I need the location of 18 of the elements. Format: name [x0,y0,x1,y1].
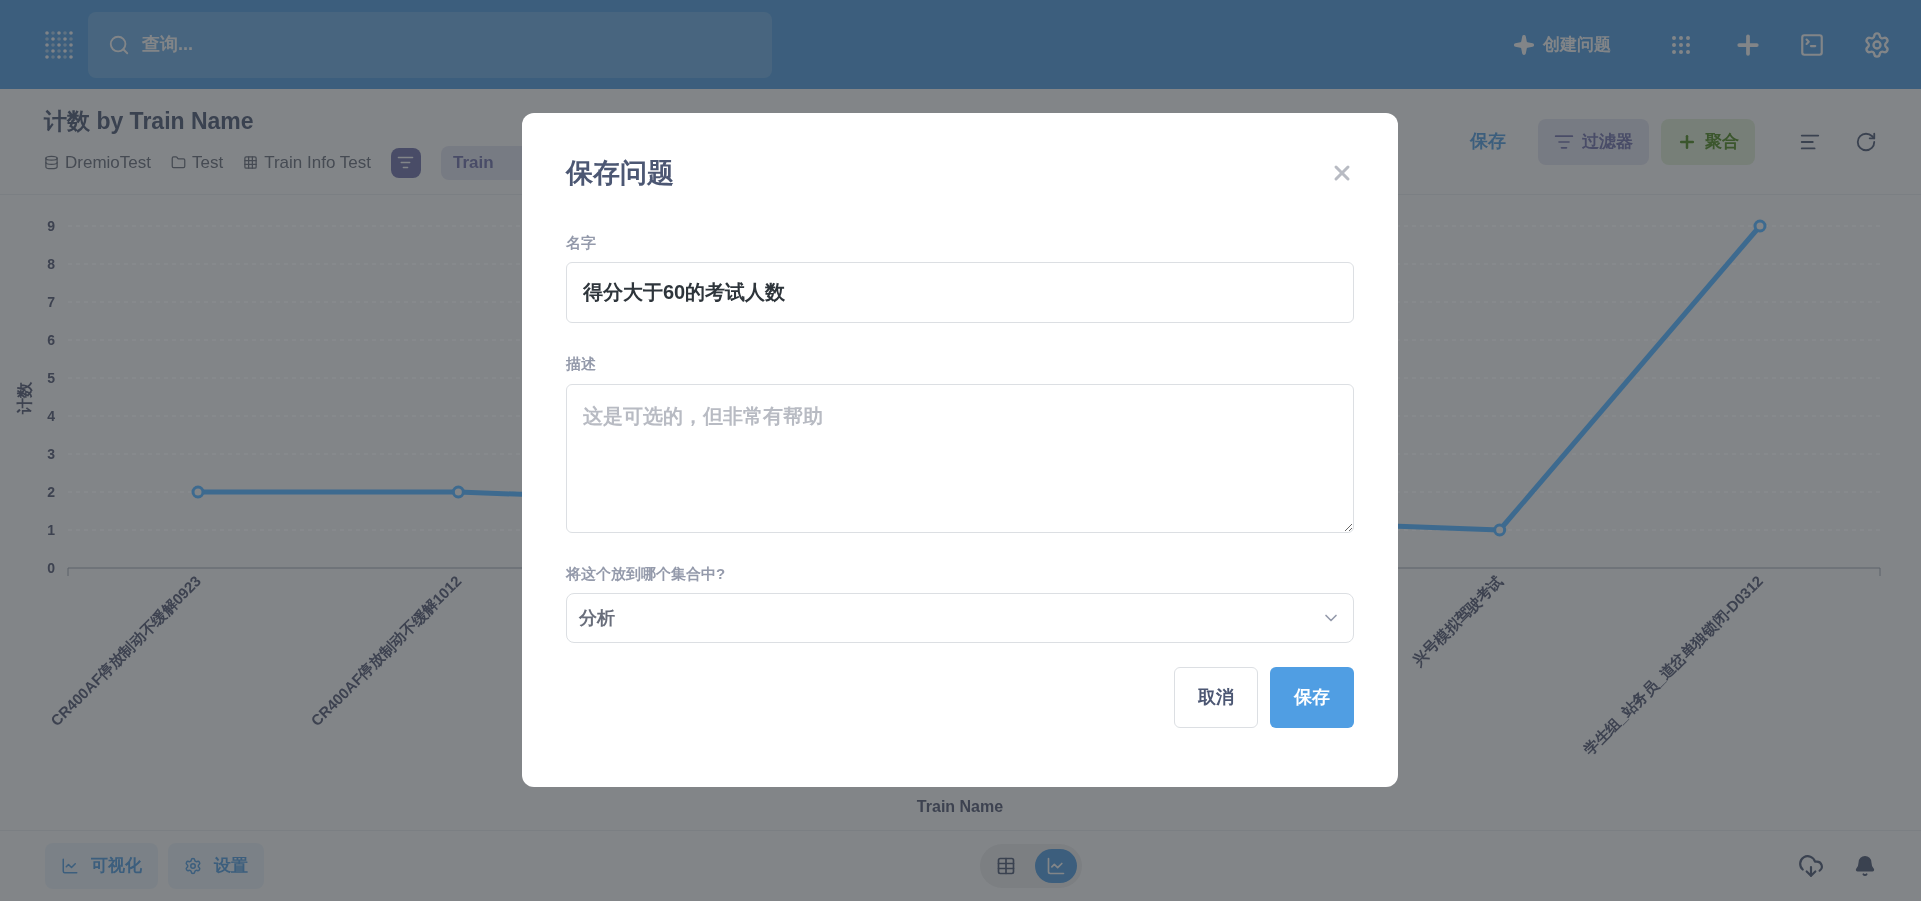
y-axis-title: 计数 [16,382,33,414]
description-label: 描述 [566,354,597,374]
name-label: 名字 [566,232,597,253]
y-tick-label: 4 [47,408,55,424]
y-tick-label: 0 [47,560,55,576]
x-tick-label: 兴号模拟驾驶考试 [1408,572,1506,669]
question-title: 计数 by Train Name [44,106,255,136]
y-tick-label: 9 [47,218,55,234]
y-tick-label: 5 [47,370,55,386]
dialog-title: 保存问题 [566,157,674,190]
y-tick-label: 1 [47,522,55,538]
y-tick-label: 7 [47,294,55,310]
y-tick-label: 2 [47,484,55,500]
y-tick-label: 6 [47,332,55,348]
y-tick-label: 8 [47,256,55,272]
collection-label: 将这个放到哪个集合中? [566,563,727,584]
x-axis-title: Train Name [916,798,1004,815]
y-tick-label: 3 [47,446,55,462]
